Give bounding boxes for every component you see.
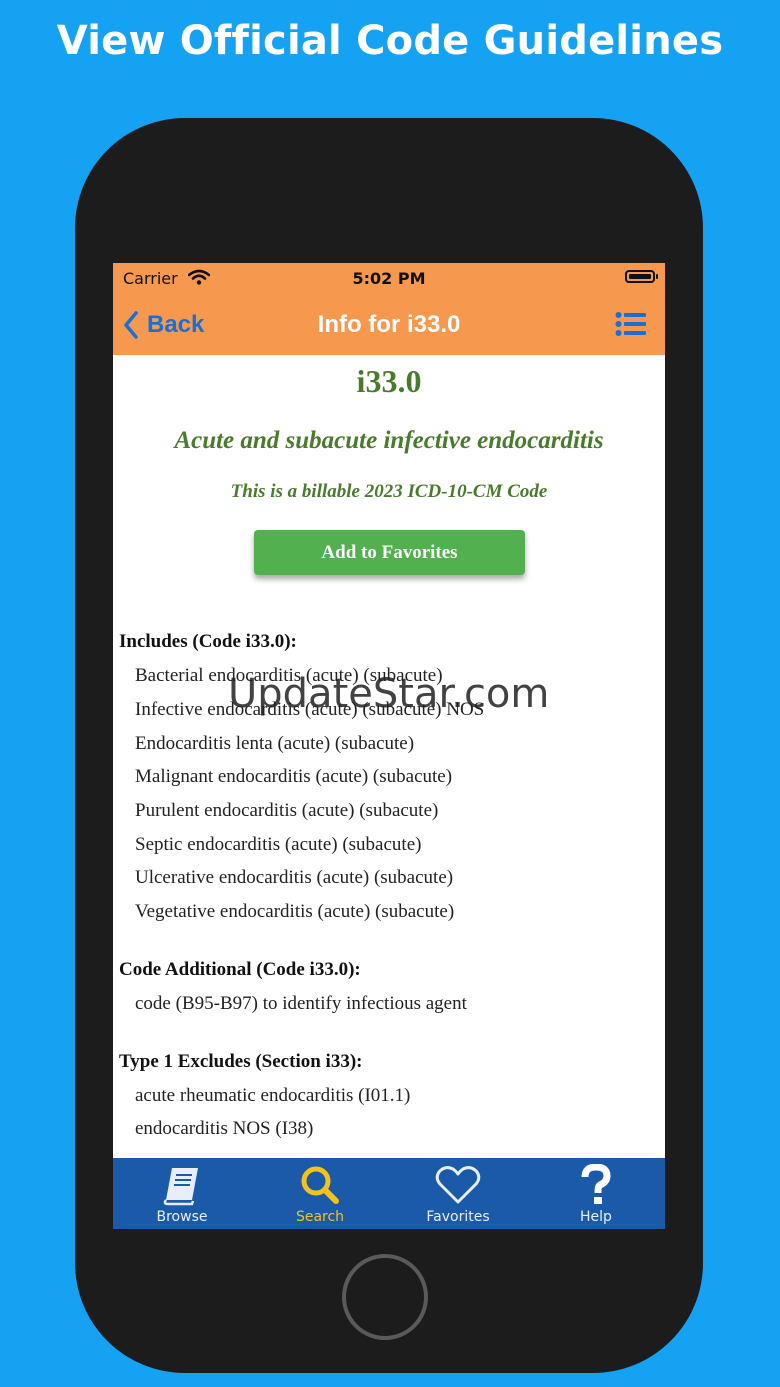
- promo-headline: View Official Code Guidelines: [56, 18, 724, 64]
- tab-label: Search: [295, 1209, 345, 1225]
- tab-browse[interactable]: Browse: [113, 1158, 251, 1229]
- billable-note: This is a billable 2023 ICD-10-CM Code: [230, 481, 548, 502]
- list-item: Vegetative endocarditis (acute) (subacut…: [135, 901, 455, 922]
- home-button[interactable]: [342, 1254, 428, 1340]
- top-bar: Carrier 5:02 PM Back Info for i33.0: [113, 263, 665, 355]
- add-to-favorites-button[interactable]: Add to Favorites: [254, 530, 525, 575]
- question-icon: [527, 1164, 665, 1206]
- battery-tip: [656, 274, 658, 279]
- list-menu-button[interactable]: [615, 311, 647, 342]
- tab-label: Browse: [156, 1209, 208, 1225]
- list-item: code (B95-B97) to identify infectious ag…: [135, 993, 467, 1014]
- app-screen: Carrier 5:02 PM Back Info for i33.0 i33.…: [113, 263, 665, 1229]
- code-additional-heading: Code Additional (Code i33.0):: [119, 959, 361, 980]
- navigation-bar: Back Info for i33.0: [113, 303, 665, 347]
- list-item: endocarditis NOS (I38): [135, 1118, 314, 1139]
- list-item: Septic endocarditis (acute) (subacute): [135, 834, 422, 855]
- battery-icon: [625, 270, 655, 283]
- heart-icon: [389, 1164, 527, 1206]
- tab-label: Help: [580, 1209, 612, 1225]
- book-icon: [113, 1164, 251, 1206]
- watermark: UpdateStar.com: [228, 671, 550, 717]
- list-item: Purulent endocarditis (acute) (subacute): [135, 800, 439, 821]
- type1-excludes-heading: Type 1 Excludes (Section i33):: [119, 1051, 363, 1072]
- list-item: Malignant endocarditis (acute) (subacute…: [135, 766, 453, 787]
- list-item: Ulcerative endocarditis (acute) (subacut…: [135, 867, 454, 888]
- includes-heading: Includes (Code i33.0):: [119, 631, 297, 652]
- code-id: i33.0: [356, 363, 422, 399]
- tab-bar: Browse Search Favorites Help: [113, 1158, 665, 1229]
- code-info-content[interactable]: i33.0 Acute and subacute infective endoc…: [113, 355, 665, 1158]
- code-description: Acute and subacute infective endocarditi…: [174, 427, 604, 454]
- list-item: Endocarditis lenta (acute) (subacute): [135, 733, 415, 754]
- tab-label: Favorites: [426, 1209, 490, 1225]
- search-icon: [251, 1164, 389, 1206]
- list-item: acute rheumatic endocarditis (I01.1): [135, 1085, 411, 1106]
- tab-search[interactable]: Search: [251, 1158, 389, 1229]
- tab-help[interactable]: Help: [527, 1158, 665, 1229]
- status-bar: Carrier 5:02 PM: [113, 263, 665, 293]
- clock: 5:02 PM: [352, 269, 426, 288]
- list-icon: [615, 312, 646, 336]
- nav-title: Info for i33.0: [317, 311, 461, 338]
- tab-favorites[interactable]: Favorites: [389, 1158, 527, 1229]
